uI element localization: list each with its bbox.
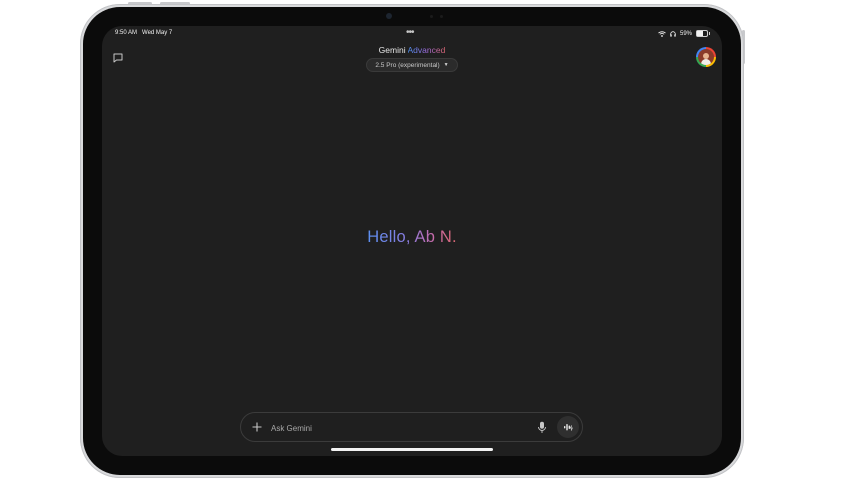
- wifi-icon: [658, 30, 666, 37]
- prompt-bar[interactable]: [240, 412, 583, 442]
- greeting-text: Hello, Ab N.: [367, 228, 457, 246]
- live-waveform-icon: [564, 424, 573, 431]
- microphone-icon[interactable]: [537, 421, 547, 434]
- title-gemini: Gemini: [378, 45, 406, 55]
- live-button[interactable]: [557, 416, 579, 438]
- battery-fill: [697, 31, 703, 36]
- title-advanced: Advanced: [407, 45, 446, 55]
- app-title: Gemini Advanced: [102, 45, 722, 55]
- ask-gemini-input[interactable]: [271, 421, 491, 435]
- home-indicator[interactable]: [331, 448, 493, 451]
- plus-icon[interactable]: [250, 420, 264, 434]
- model-selector[interactable]: 2.5 Pro (experimental) ▼: [366, 58, 458, 72]
- model-selector-label: 2.5 Pro (experimental): [375, 61, 440, 69]
- proximity-sensor: [440, 15, 443, 18]
- more-horizontal-icon[interactable]: •••: [406, 28, 414, 38]
- status-date: Wed May 7: [142, 30, 173, 36]
- app-screen: 9:50 AM Wed May 7 59% ••• Gemini Advance…: [102, 26, 722, 456]
- front-camera: [386, 13, 392, 19]
- battery-icon: [696, 30, 710, 37]
- greeting: Hello, Ab N.: [102, 228, 722, 247]
- ambient-sensor: [430, 15, 433, 18]
- headphones-icon: [670, 30, 676, 37]
- user-avatar[interactable]: [696, 47, 716, 67]
- status-bar-left: 9:50 AM Wed May 7: [115, 30, 172, 36]
- caret-down-icon: ▼: [443, 62, 449, 68]
- status-time: 9:50 AM: [115, 30, 138, 36]
- status-bar-right: 59%: [658, 30, 710, 37]
- battery-percent: 59%: [679, 30, 692, 37]
- avatar-body: [701, 59, 711, 65]
- avatar-photo: [698, 49, 714, 65]
